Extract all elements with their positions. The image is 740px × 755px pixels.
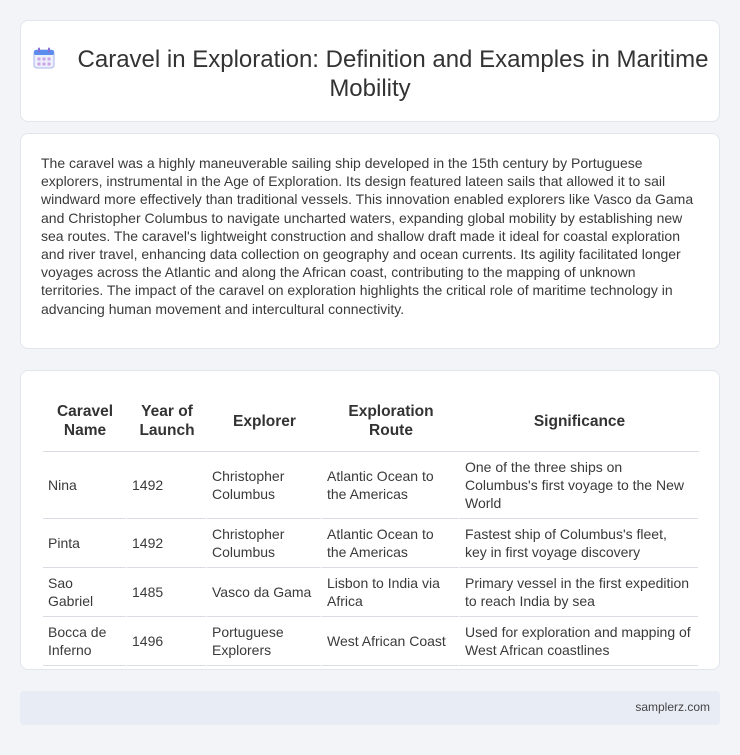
column-header: Year of Launch xyxy=(127,391,207,452)
calendar-icon xyxy=(32,46,56,70)
cell-caravel-name: Sao Gabriel xyxy=(43,568,127,617)
summary-paragraph: The caravel was a highly maneuverable sa… xyxy=(41,155,694,317)
cell-caravel-name: Bocca de Inferno xyxy=(43,617,127,666)
cell-explorer: Christopher Columbus xyxy=(207,519,322,568)
column-header: Explorer xyxy=(207,391,322,452)
table-header-row: Caravel Name Year of Launch Explorer Exp… xyxy=(43,391,699,452)
cell-route: West African Coast xyxy=(322,617,460,666)
table-row: Bocca de Inferno 1496 Portuguese Explore… xyxy=(43,617,699,666)
cell-explorer: Christopher Columbus xyxy=(207,452,322,519)
column-header: Exploration Route xyxy=(322,391,460,452)
table-row: Nina 1492 Christopher Columbus Atlantic … xyxy=(43,452,699,519)
page-title-container: Caravel in Exploration: Definition and E… xyxy=(21,45,719,103)
cell-year: 1496 xyxy=(127,617,207,666)
cell-route: Lisbon to India via Africa xyxy=(322,568,460,617)
footer-site-link[interactable]: samplerz.com xyxy=(635,700,710,714)
cell-explorer: Portuguese Explorers xyxy=(207,617,322,666)
column-header: Caravel Name xyxy=(43,391,127,452)
cell-year: 1492 xyxy=(127,452,207,519)
cell-significance: Primary vessel in the first expedition t… xyxy=(460,568,699,617)
page-title: Caravel in Exploration: Definition and E… xyxy=(77,46,709,102)
cell-year: 1492 xyxy=(127,519,207,568)
title-card: Caravel in Exploration: Definition and E… xyxy=(20,20,720,122)
cell-year: 1485 xyxy=(127,568,207,617)
footer-bar: samplerz.com xyxy=(20,691,720,725)
cell-significance: Used for exploration and mapping of West… xyxy=(460,617,699,666)
table-row: Sao Gabriel 1485 Vasco da Gama Lisbon to… xyxy=(43,568,699,617)
caravel-table: Caravel Name Year of Launch Explorer Exp… xyxy=(43,391,699,666)
table-row: Pinta 1492 Christopher Columbus Atlantic… xyxy=(43,519,699,568)
column-header: Significance xyxy=(460,391,699,452)
cell-route: Atlantic Ocean to the Americas xyxy=(322,452,460,519)
cell-significance: Fastest ship of Columbus's fleet, key in… xyxy=(460,519,699,568)
cell-route: Atlantic Ocean to the Americas xyxy=(322,519,460,568)
cell-explorer: Vasco da Gama xyxy=(207,568,322,617)
summary-card: The caravel was a highly maneuverable sa… xyxy=(20,133,720,349)
table-card: Caravel Name Year of Launch Explorer Exp… xyxy=(20,370,720,670)
cell-significance: One of the three ships on Columbus's fir… xyxy=(460,452,699,519)
cell-caravel-name: Nina xyxy=(43,452,127,519)
cell-caravel-name: Pinta xyxy=(43,519,127,568)
